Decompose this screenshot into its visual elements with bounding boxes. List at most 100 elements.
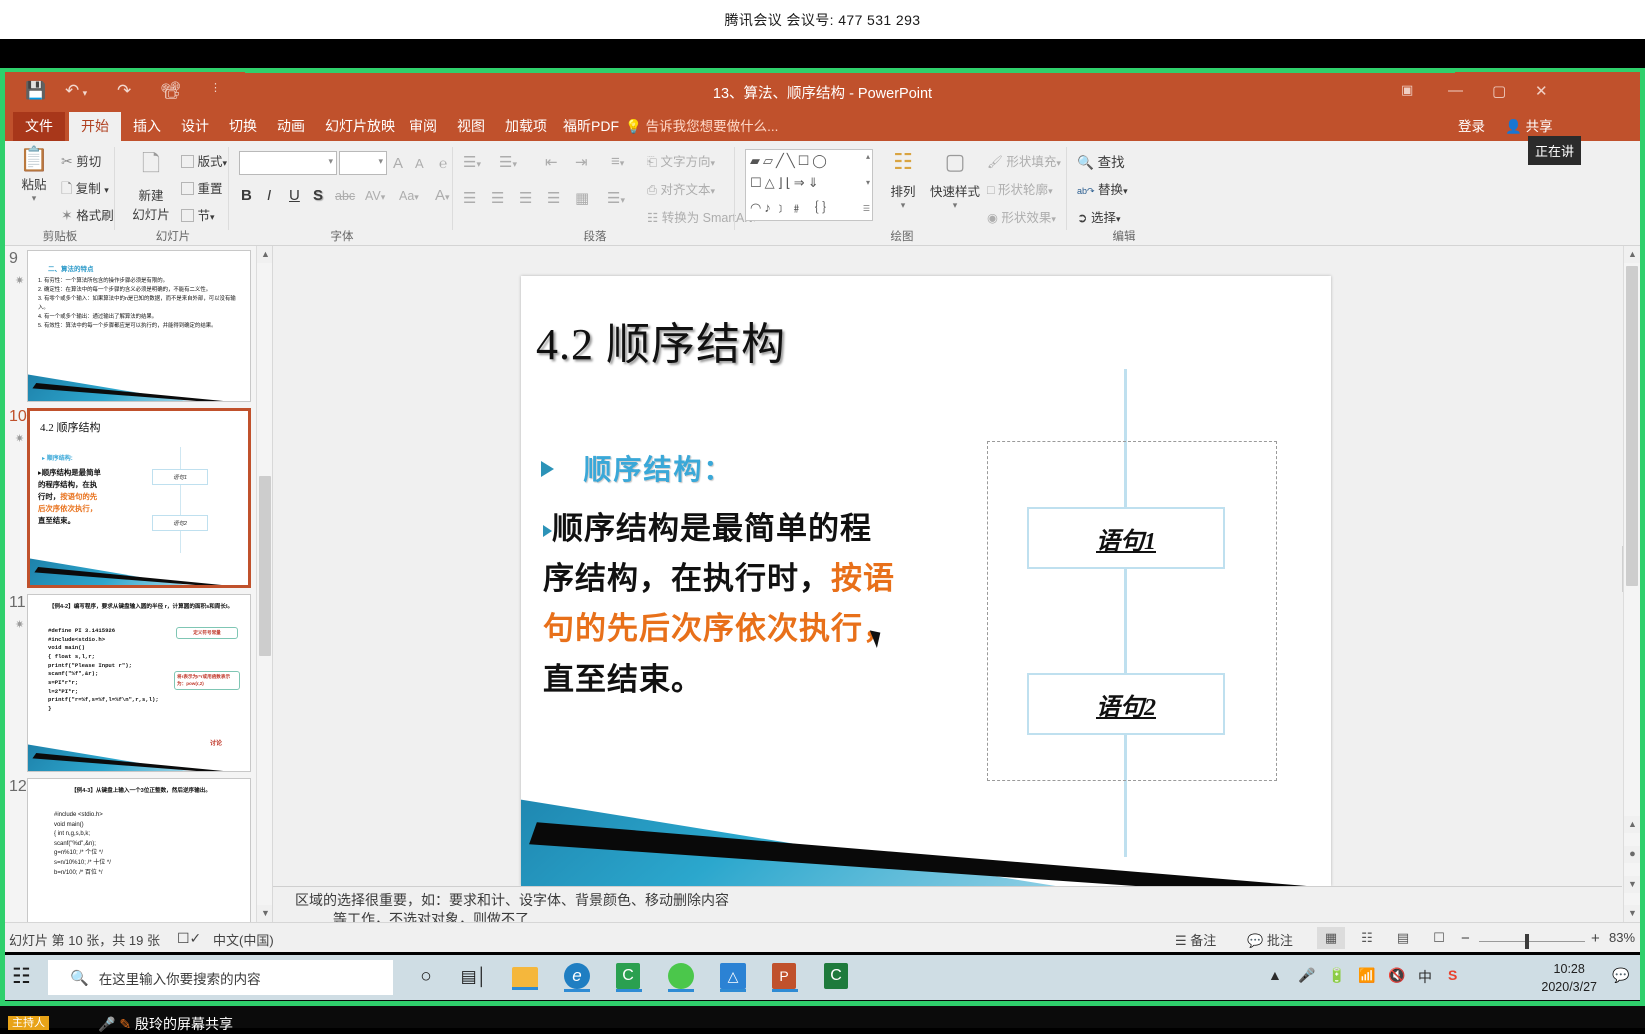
copy-button[interactable]: 🗋 复制 ▾ [61, 178, 109, 202]
section-button[interactable]: 节▾ [181, 205, 215, 224]
slide-heading[interactable]: 顺序结构： [541, 448, 733, 488]
new-slide-button[interactable]: 🗋 新建 幻灯片 [125, 147, 177, 223]
wifi-icon[interactable]: 📶 [1358, 967, 1375, 984]
arrange-button[interactable]: ☷ 排列 ▾ [881, 149, 925, 211]
align-left-button[interactable]: ☰ [463, 189, 476, 207]
signin-link[interactable]: 登录 [1458, 115, 1485, 135]
ime-cn-icon[interactable]: 中 [1418, 967, 1432, 987]
tab-foxit-pdf[interactable]: 福昕PDF [553, 112, 629, 141]
slide-thumbnail-pane[interactable]: 9 ✷ 二、算法的特点 1. 有穷性：一个算法所包含的操作步骤必须是有限的。 2… [5, 246, 273, 922]
tell-me-box[interactable]: 💡 告诉我您想要做什么... [625, 112, 778, 141]
slide-title[interactable]: 4.2 顺序结构 [536, 308, 786, 372]
notes-button[interactable]: ☰ 备注 [1175, 930, 1216, 949]
thumbnail-slide-10[interactable]: 4.2 顺序结构 ▸ 顺序结构: ▸顺序结构是最简单 的程序结构，在执 行时，按… [27, 408, 251, 588]
app-blue-icon[interactable]: △ [720, 963, 748, 991]
tab-slideshow[interactable]: 幻灯片放映 [315, 112, 405, 141]
language-indicator[interactable]: 中文(中国) [213, 930, 274, 949]
clock[interactable]: 10:28 2020/3/27 [1541, 960, 1597, 996]
notes-pane[interactable]: 区域的选择很重要，如：要求和计、设字体、背景颜色、移动删除内容 等工作，不选对对… [273, 886, 1622, 922]
search-input[interactable]: 🔍 在这里输入你要搜索的内容 [48, 960, 393, 995]
sogou-icon[interactable]: S [1448, 967, 1457, 983]
next-slide-icon[interactable]: ▼ [1624, 876, 1640, 893]
edge-icon[interactable]: e [564, 963, 592, 991]
text-columns-button[interactable]: ☰▾ [607, 189, 625, 207]
tab-file[interactable]: 文件 [13, 112, 65, 141]
mic-muted-icon[interactable]: 🎤 [98, 1016, 115, 1032]
layout-button[interactable]: 版式▾ [181, 151, 227, 170]
zoom-level[interactable]: 83% [1609, 930, 1635, 945]
quick-styles-button[interactable]: ▢ 快速样式 ▾ [929, 149, 981, 211]
format-painter-button[interactable]: ✶ 格式刷 [61, 205, 114, 224]
wechat-icon[interactable] [668, 963, 696, 991]
shapes-scroll-up-icon[interactable]: ▴ [866, 152, 870, 161]
close-button[interactable]: ✕ [1535, 82, 1548, 100]
thumbnail-slide-11[interactable]: 【例4-2】编写程序，要求从键盘输入圆的半径 r，计算圆的面积s和周长l。 #d… [27, 594, 251, 772]
volume-mute-icon[interactable]: 🔇 [1388, 967, 1405, 984]
italic-button[interactable]: I [267, 187, 271, 204]
shape-outline-button[interactable]: □ 形状轮廓▾ [987, 179, 1053, 198]
view-normal-button[interactable]: ▦ [1317, 927, 1345, 949]
slide-counter[interactable]: 幻灯片 第 10 张，共 19 张 [9, 930, 160, 949]
cortana-icon[interactable]: ○ [412, 963, 440, 991]
columns-button[interactable]: ▦ [575, 189, 589, 207]
tab-design[interactable]: 设计 [171, 112, 219, 141]
paste-button[interactable]: 📋 粘贴 ▾ [11, 145, 57, 204]
view-slide-sorter-button[interactable]: ☷ [1353, 927, 1381, 949]
current-slide[interactable]: 4.2 顺序结构 顺序结构： 顺序结构是最简单的程序结构，在执行时，按语句的先后… [521, 276, 1331, 886]
justify-button[interactable]: ☰ [547, 189, 560, 207]
ribbon-display-options-icon[interactable]: ▣ [1401, 82, 1413, 98]
zoom-out-button[interactable]: − [1461, 930, 1470, 947]
increase-font-size-button[interactable]: A [393, 155, 403, 172]
notification-icon[interactable]: 💬 [1612, 967, 1629, 984]
select-button[interactable]: ➲ 选择▾ [1077, 207, 1121, 226]
scroll-up-icon[interactable]: ▲ [1624, 246, 1640, 263]
reset-button[interactable]: 重置 [181, 178, 223, 197]
slide-body-text[interactable]: 顺序结构是最简单的程序结构，在执行时，按语句的先后次序依次执行，直至结束。 [543, 504, 903, 705]
chevron-up-icon[interactable]: ▲ [1268, 967, 1282, 983]
thumbnail-scrollbar[interactable]: ▲ ▼ [256, 246, 273, 922]
increase-indent-button[interactable]: ⇥ [575, 153, 588, 171]
proofing-icon[interactable]: ☐✓ [177, 930, 201, 947]
minimize-button[interactable]: — [1448, 82, 1463, 99]
scroll-down-icon[interactable]: ▼ [257, 905, 273, 922]
align-right-button[interactable]: ☰ [519, 189, 532, 207]
tab-insert[interactable]: 插入 [123, 112, 171, 141]
view-reading-button[interactable]: ▤ [1389, 927, 1417, 949]
decrease-indent-button[interactable]: ⇤ [545, 153, 558, 171]
align-text-button[interactable]: ⎙ 对齐文本▾ [647, 179, 715, 198]
powerpoint-icon[interactable]: P [772, 963, 800, 991]
task-view-icon[interactable]: ▤│ [460, 963, 488, 991]
file-explorer-icon[interactable] [512, 963, 540, 991]
underline-button[interactable]: U [289, 187, 300, 204]
microphone-icon[interactable]: 🎤 [1298, 967, 1315, 984]
scrollbar-thumb[interactable] [1626, 266, 1638, 586]
previous-slide-icon[interactable]: ▲ [1624, 816, 1640, 833]
tab-transitions[interactable]: 切换 [219, 112, 267, 141]
scroll-down-icon[interactable]: ▼ [1624, 905, 1640, 922]
text-direction-button[interactable]: ⎗ 文字方向▾ [647, 151, 715, 170]
zoom-slider-track[interactable] [1479, 941, 1585, 942]
font-size-input[interactable]: ▾ [339, 151, 387, 175]
share-button[interactable]: 👤 共享 [1505, 115, 1553, 135]
battery-icon[interactable]: 🔋 [1328, 967, 1345, 984]
tab-addins[interactable]: 加载项 [495, 112, 557, 141]
shape-effects-button[interactable]: ◉ 形状效果▾ [987, 207, 1056, 226]
bullets-button[interactable]: ☰▾ [463, 153, 481, 171]
decrease-font-size-button[interactable]: A [415, 156, 424, 171]
double-arrow-icon[interactable]: ● [1624, 846, 1640, 863]
bold-button[interactable]: B [241, 187, 252, 204]
maximize-button[interactable]: ▢ [1492, 82, 1506, 100]
windows-icon[interactable]: ☷ [12, 964, 40, 992]
comments-button[interactable]: 💬 批注 [1247, 930, 1293, 949]
find-button[interactable]: 🔍 查找 [1077, 151, 1125, 171]
flow-node-statement-1[interactable]: 语句1 [1027, 507, 1225, 569]
view-slideshow-button[interactable]: ☐ [1425, 927, 1453, 949]
shapes-more-icon[interactable]: ☰ [863, 204, 870, 213]
text-shadow-button[interactable]: S [313, 187, 323, 204]
clear-formatting-button[interactable]: ℮ [439, 155, 447, 171]
thumbnail-slide-9[interactable]: 二、算法的特点 1. 有穷性：一个算法所包含的操作步骤必须是有限的。 2. 确定… [27, 250, 251, 402]
zoom-in-button[interactable]: + [1591, 930, 1600, 947]
wechat-work-icon[interactable]: C [616, 963, 644, 991]
shape-fill-button[interactable]: 🖌 形状填充▾ [987, 151, 1061, 170]
font-name-input[interactable]: ▾ [239, 151, 337, 175]
